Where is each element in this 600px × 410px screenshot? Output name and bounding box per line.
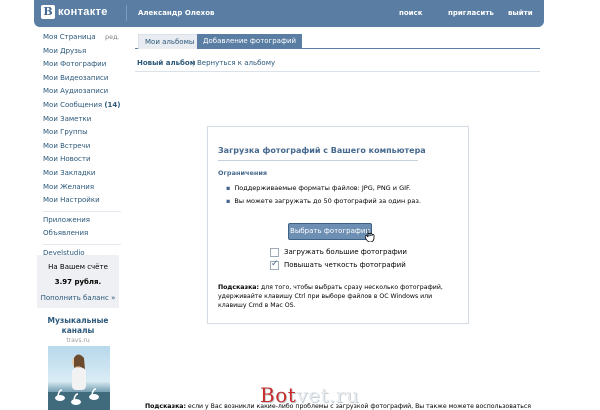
top-up-link[interactable]: Пополнить баланс »	[37, 294, 119, 302]
large-photos-checkbox[interactable]	[270, 247, 279, 257]
ad-photo-icon	[48, 354, 110, 410]
tab-my-albums[interactable]: Мои альбомы	[138, 34, 202, 49]
title-divider	[218, 160, 418, 161]
sidebar-item-label: Мои Сообщения	[43, 100, 103, 109]
user-name[interactable]: Александр Олехов	[138, 9, 214, 17]
sidebar-item-events[interactable]: Мои Встречи	[43, 140, 121, 154]
messages-count: (14)	[104, 100, 121, 109]
sidebar-item-apps[interactable]: Приложения	[43, 214, 121, 228]
select-photos-button[interactable]: Выбрать фотографии	[288, 223, 372, 240]
ad-site[interactable]: travs.ru	[43, 337, 113, 344]
edit-link[interactable]: ред.	[105, 31, 120, 45]
vk-logo-icon[interactable]: В	[41, 5, 55, 19]
limit-formats: Поддерживаемые форматы файлов: JPG, PNG …	[226, 184, 410, 192]
balance-box: На Вашем счёте 3.97 рубля. Пополнить бал…	[37, 255, 119, 308]
invite-link[interactable]: пригласить	[448, 9, 494, 17]
header-bar: В контакте Александр Олехов поиск пригла…	[34, 0, 544, 27]
sidebar-item-notes[interactable]: Мои Заметки	[43, 113, 121, 127]
option-large-photos[interactable]: Загружать большие фотографии	[270, 247, 407, 257]
logo-text[interactable]: контакте	[58, 6, 108, 18]
upload-hint: Подсказка: для того, чтобы выбрать сразу…	[218, 283, 458, 310]
header-separator	[126, 5, 127, 21]
bottom-hint: Подсказка: если у Вас возникли какие-либ…	[145, 403, 531, 410]
sidebar-item-photos[interactable]: Мои Фотографии	[43, 58, 121, 72]
back-to-album-link[interactable]: Вернуться к альбому	[197, 59, 275, 67]
bottom-hint-bold: Подсказка:	[145, 403, 186, 410]
balance-label: На Вашем счёте	[48, 263, 108, 271]
sharpen-label: Повышать четкость фотографий	[284, 261, 406, 269]
subnav-separator: |	[192, 59, 195, 67]
sub-navigation: Новый альбом | Вернуться к альбому	[135, 54, 540, 72]
bottom-hint-text: если у Вас возникли какие-либо проблемы …	[185, 403, 532, 410]
new-album-link[interactable]: Новый альбом	[137, 59, 195, 67]
sidebar-item-audio[interactable]: Мои Аудиозаписи	[43, 85, 121, 99]
sidebar-item-messages[interactable]: Мои Сообщения (14)	[43, 99, 121, 113]
ad-image[interactable]	[48, 346, 110, 410]
sidebar-item-settings[interactable]: Мои Настройки	[43, 194, 121, 208]
option-sharpen[interactable]: Повышать четкость фотографий	[270, 259, 406, 270]
sidebar-item-videos[interactable]: Мои Видеозаписи	[43, 72, 121, 86]
sidebar-item-groups[interactable]: Мои Группы	[43, 126, 121, 140]
limit-count: Вы можете загружать до 50 фотографий за …	[226, 197, 421, 205]
hint-bold: Подсказка:	[218, 284, 259, 291]
limits-title: Ограничения	[218, 169, 268, 177]
ad-title[interactable]: Музыкальные каналы	[43, 316, 113, 336]
upload-title: Загрузка фотографий с Вашего компьютера	[218, 146, 426, 155]
hand-cursor-icon	[364, 229, 376, 245]
left-sidebar: ред. Моя Страница Мои Друзья Мои Фотогра…	[43, 31, 121, 261]
logout-link[interactable]: выйти	[508, 9, 533, 17]
sidebar-item-friends[interactable]: Мои Друзья	[43, 45, 121, 59]
balance-amount: 3.97 рубля.	[54, 278, 102, 286]
tab-bar: Мои альбомы Добавление фотографий	[135, 31, 540, 49]
sidebar-item-ads[interactable]: Объявления	[43, 227, 121, 241]
large-photos-label: Загружать большие фотографии	[284, 248, 407, 256]
sidebar-item-bookmarks[interactable]: Мои Закладки	[43, 167, 121, 181]
tab-add-photos[interactable]: Добавление фотографий	[197, 34, 303, 49]
search-link[interactable]: поиск	[399, 9, 422, 17]
sidebar-item-news[interactable]: Мои Новости	[43, 153, 121, 167]
sharpen-checkbox[interactable]	[270, 259, 279, 270]
upload-panel: Загрузка фотографий с Вашего компьютера …	[207, 126, 469, 324]
sidebar-item-wishes[interactable]: Мои Желания	[43, 181, 121, 195]
